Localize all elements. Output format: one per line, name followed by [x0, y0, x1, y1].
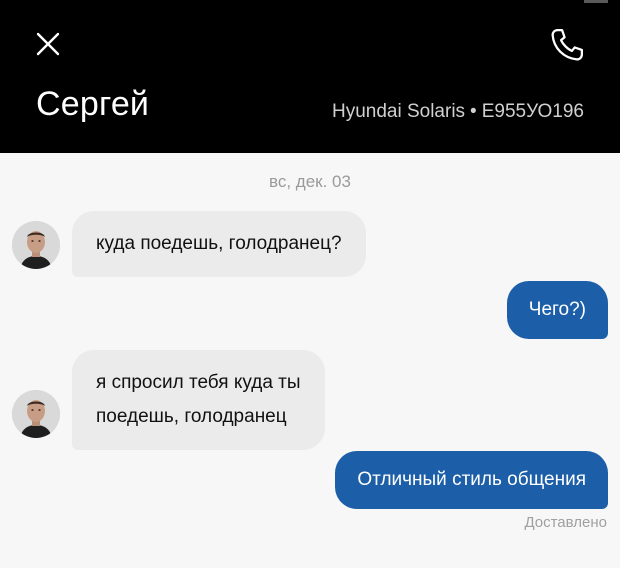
phone-icon: [551, 28, 584, 61]
vehicle-info: Hyundai Solaris • Е955УО196: [332, 101, 584, 123]
close-icon: [36, 32, 60, 56]
message-text: куда поедешь, голодранец?: [96, 233, 342, 254]
status-bar-fragment: [584, 0, 608, 3]
chat-screen: Сергей Hyundai Solaris • Е955УО196 вс, дек…: [0, 0, 620, 568]
message-text: Отличный стиль общения: [357, 469, 586, 490]
chat-date: вс, дек. 03: [269, 172, 351, 191]
vehicle-separator: •: [470, 101, 477, 122]
message-text: Чего?): [528, 299, 586, 320]
message-outgoing[interactable]: Чего?): [506, 281, 608, 339]
avatar[interactable]: [12, 390, 60, 438]
call-button[interactable]: [546, 24, 588, 66]
delivery-status: Доставлено: [524, 514, 607, 531]
message-text-line: я спросил тебя куда ты: [96, 372, 301, 393]
vehicle-model: Hyundai Solaris: [331, 101, 466, 122]
avatar-image: [12, 390, 60, 438]
avatar-image: [12, 221, 60, 269]
message-incoming[interactable]: куда поедешь, голодранец?: [72, 211, 366, 277]
license-plate: Е955УО196: [481, 101, 584, 122]
close-button[interactable]: [28, 26, 68, 66]
contact-name: Сергей: [36, 85, 150, 123]
message-outgoing[interactable]: Отличный стиль общения: [335, 451, 608, 509]
message-text-line: поедешь, голодранец: [96, 406, 287, 427]
avatar[interactable]: [12, 221, 60, 269]
message-incoming[interactable]: я спросил тебя куда ты поедешь, голодран…: [72, 350, 325, 450]
chat-header: Сергей Hyundai Solaris • Е955УО196: [0, 0, 620, 153]
